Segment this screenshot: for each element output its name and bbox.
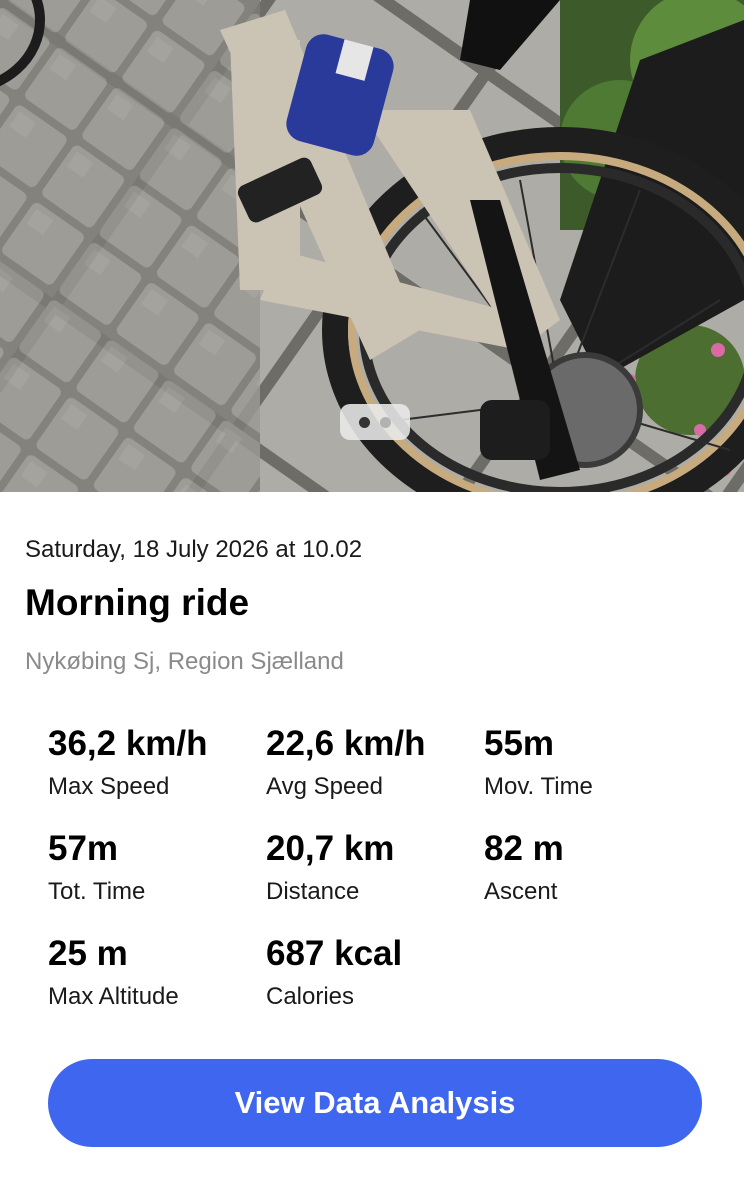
stat-value: 36,2 km/h	[48, 724, 208, 763]
stat-avg-speed: 22,6 km/h Avg Speed	[266, 722, 484, 802]
view-data-analysis-button[interactable]: View Data Analysis	[48, 1059, 702, 1147]
stat-label: Calories	[266, 983, 355, 1010]
activity-photo[interactable]	[0, 0, 744, 492]
stat-distance: 20,7 km Distance	[266, 827, 484, 907]
stat-moving-time: 55m Mov. Time	[484, 722, 702, 802]
pager-dot-active[interactable]	[359, 416, 370, 428]
stat-label: Tot. Time	[48, 878, 146, 905]
activity-title: Morning ride	[25, 582, 250, 623]
activity-date: Saturday, 18 July 2026 at 10.02	[25, 536, 363, 563]
activity-location: Nykøbing Sj, Region Sjælland	[25, 648, 344, 675]
stat-value: 82 m	[484, 829, 564, 868]
stat-label: Mov. Time	[484, 773, 593, 800]
stat-label: Distance	[266, 878, 360, 905]
stat-value: 57m	[48, 829, 119, 868]
photo-pager[interactable]	[340, 404, 410, 440]
stat-label: Avg Speed	[266, 773, 383, 800]
stat-max-speed: 36,2 km/h Max Speed	[48, 722, 266, 802]
stat-value: 55m	[484, 724, 555, 763]
stat-calories: 687 kcal Calories	[266, 932, 484, 1012]
stat-ascent: 82 m Ascent	[484, 827, 702, 907]
pager-dot-inactive[interactable]	[380, 416, 391, 428]
stat-value: 20,7 km	[266, 829, 395, 868]
stat-value: 22,6 km/h	[266, 724, 426, 763]
stat-value: 25 m	[48, 934, 128, 973]
stat-label: Max Altitude	[48, 983, 179, 1010]
stat-label: Ascent	[484, 878, 558, 905]
stat-max-altitude: 25 m Max Altitude	[48, 932, 266, 1012]
stat-value: 687 kcal	[266, 934, 403, 973]
stat-label: Max Speed	[48, 773, 170, 800]
stats-grid: 36,2 km/h Max Speed 22,6 km/h Avg Speed …	[48, 722, 708, 1022]
stat-total-time: 57m Tot. Time	[48, 827, 266, 907]
